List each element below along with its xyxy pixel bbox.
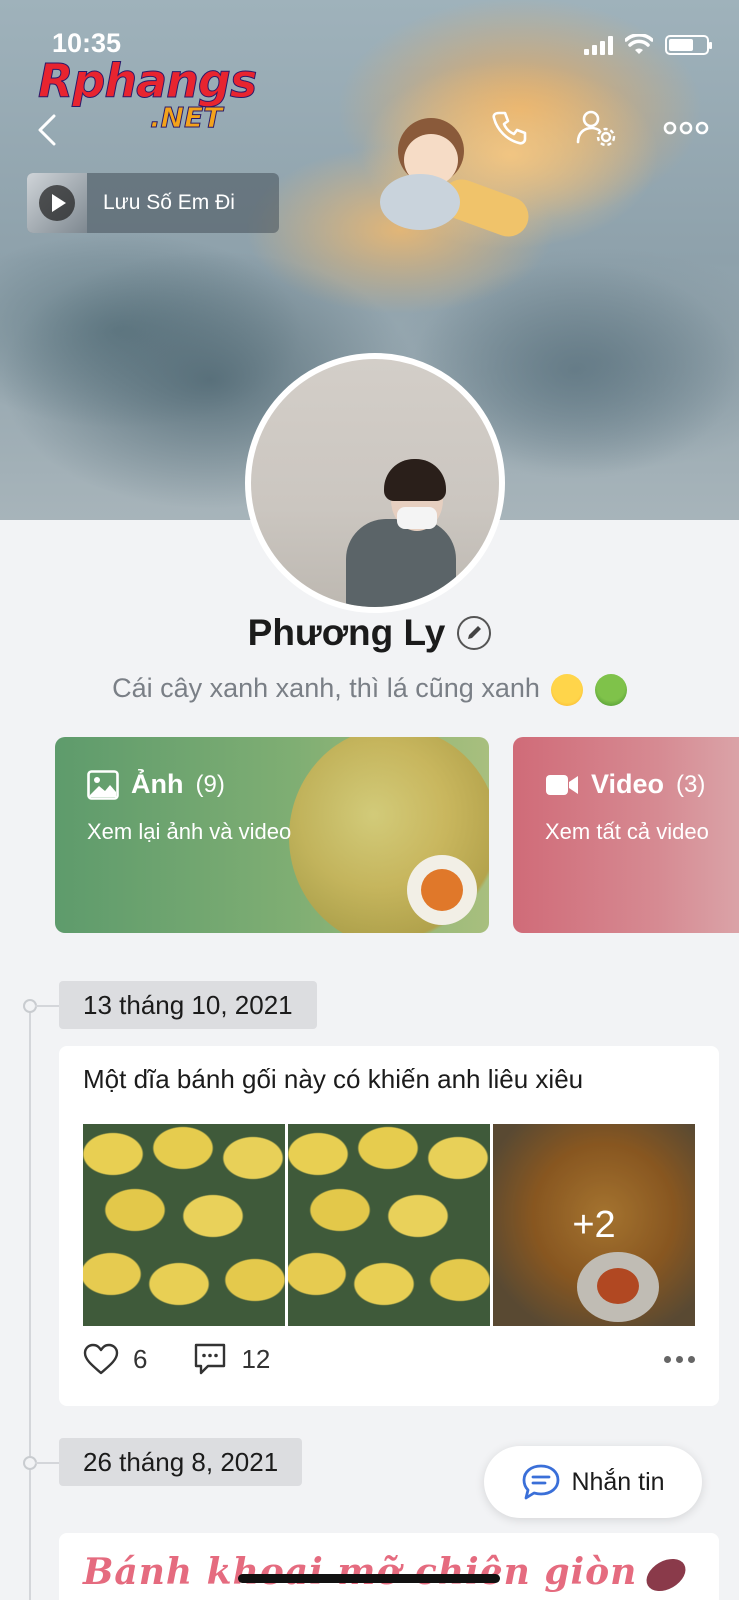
more-options-icon[interactable] (663, 120, 709, 136)
photos-label: Ảnh (131, 769, 184, 799)
message-button-label: Nhắn tin (571, 1467, 665, 1496)
post-photo[interactable] (288, 1124, 490, 1326)
post-photo-grid: +2 (83, 1124, 695, 1326)
videos-label: Video (591, 769, 665, 799)
wifi-icon (625, 34, 653, 54)
photos-count: (9) (195, 770, 225, 798)
message-button[interactable]: Nhắn tin (484, 1446, 702, 1518)
post-title: Bánh khoai mỡ chiên giòn (83, 1551, 638, 1593)
profile-name: Phương Ly (247, 612, 446, 653)
comment-count: 12 (241, 1343, 271, 1374)
more-photos-count: +2 (493, 1124, 695, 1326)
smiling-hearts-emoji-icon (551, 673, 584, 706)
media-cards: Ảnh (9) Xem lại ảnh và video Video (3) X… (55, 737, 739, 933)
comment-button[interactable]: 12 (193, 1342, 270, 1376)
post-photo[interactable] (83, 1124, 285, 1326)
like-button[interactable]: 6 (83, 1343, 147, 1375)
image-icon (87, 769, 119, 800)
profile-bio: Cái cây xanh xanh, thì lá cũng xanh (0, 673, 739, 706)
like-count: 6 (133, 1343, 148, 1374)
heart-icon (83, 1343, 119, 1375)
music-cover-thumbnail (27, 173, 87, 233)
pencil-icon (468, 626, 482, 639)
videos-count: (3) (676, 770, 706, 798)
photos-subtitle: Xem lại ảnh và video (87, 819, 292, 844)
chat-bubble-icon (523, 1464, 560, 1500)
comment-icon (195, 1343, 226, 1375)
sweet-potato-emoji-icon (641, 1552, 692, 1598)
timeline-date: 13 tháng 10, 2021 (59, 981, 317, 1029)
profile-music-chip[interactable]: Lưu Số Em Đi (27, 173, 279, 233)
watermark-logo: Rphangs .NET (37, 54, 257, 134)
post-photo-more[interactable]: +2 (493, 1124, 695, 1326)
photos-card[interactable]: Ảnh (9) Xem lại ảnh và video (55, 737, 489, 933)
profile-top-actions (489, 108, 709, 148)
post-text: Một dĩa bánh gối này có khiến anh liêu x… (83, 1064, 584, 1094)
bio-text: Cái cây xanh xanh, thì lá cũng xanh (112, 673, 540, 703)
avatar[interactable] (245, 353, 505, 613)
battery-icon (665, 35, 712, 55)
timeline-post[interactable]: Một dĩa bánh gối này có khiến anh liêu x… (59, 1046, 719, 1406)
watermark-line2: .NET (149, 101, 223, 134)
profile-settings-icon[interactable] (575, 108, 617, 148)
status-icons (584, 34, 712, 56)
post-more-icon[interactable] (664, 1355, 695, 1363)
tree-emoji-icon (594, 673, 627, 706)
play-icon[interactable] (39, 185, 75, 221)
home-indicator (238, 1574, 500, 1583)
watermark-line1: Rphangs (37, 54, 257, 108)
cellular-signal-icon (584, 35, 613, 55)
music-title: Lưu Số Em Đi (103, 191, 235, 214)
videos-card[interactable]: Video (3) Xem tất cả video (513, 737, 739, 933)
back-chevron-icon[interactable] (30, 110, 64, 150)
post-text: Bánh khoai mỡ chiên giòn (83, 1551, 692, 1598)
timeline-post[interactable]: Bánh khoai mỡ chiên giòn (59, 1533, 719, 1600)
timeline-line (29, 1005, 31, 1600)
profile-name-row: Phương Ly (0, 612, 739, 654)
timeline-date: 26 tháng 8, 2021 (59, 1438, 303, 1486)
video-camera-icon (546, 774, 578, 795)
post-actions: 6 12 (83, 1342, 695, 1376)
edit-name-button[interactable] (457, 616, 492, 650)
phone-icon[interactable] (489, 108, 529, 148)
videos-subtitle: Xem tất cả video (545, 819, 709, 844)
